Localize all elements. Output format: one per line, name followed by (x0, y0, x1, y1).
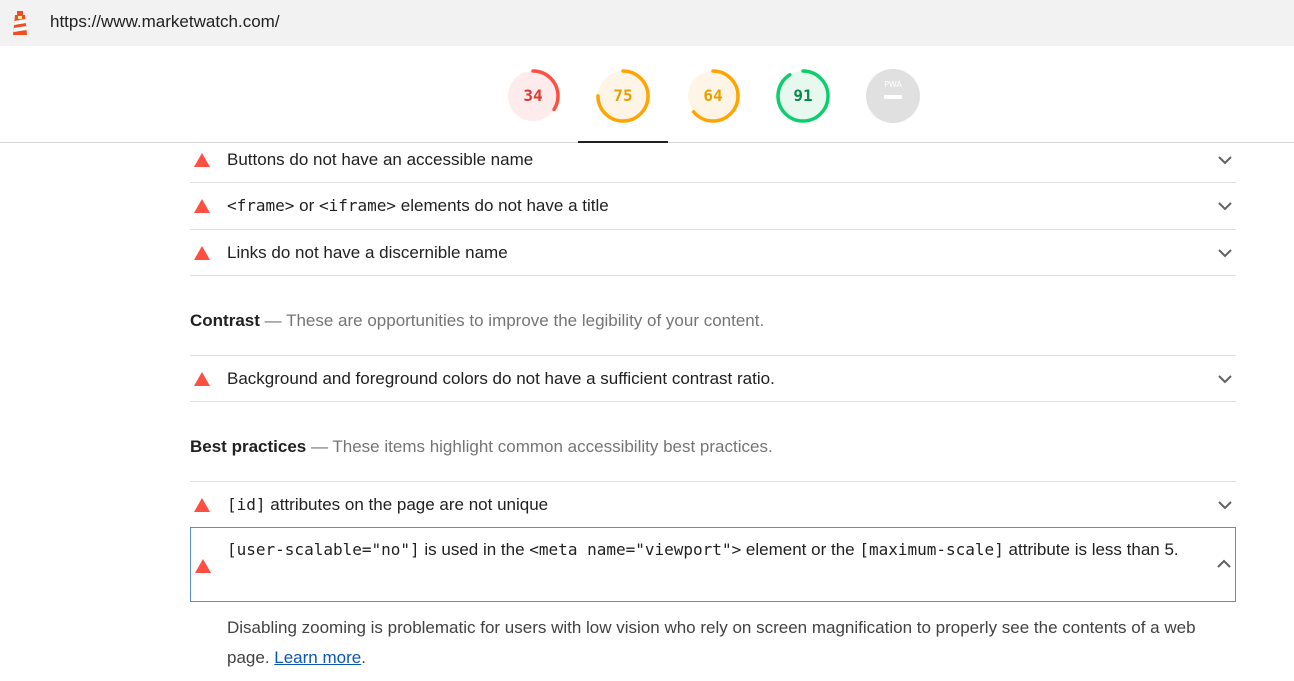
fail-triangle-icon (194, 153, 210, 167)
fail-triangle-icon (195, 559, 211, 573)
group-description: These are opportunities to improve the l… (286, 311, 765, 330)
chevron-down-icon[interactable] (1218, 201, 1232, 211)
code-meta-viewport: <meta name="viewport"> (529, 540, 742, 559)
seo-gauge[interactable]: 91 (775, 68, 831, 124)
audit-title: Links do not have a discernible name (227, 243, 508, 262)
audit-title: Background and foreground colors do not … (227, 369, 775, 388)
audit-title: <frame> or <iframe> elements do not have… (227, 196, 609, 215)
audit-description: Disabling zooming is problematic for use… (227, 618, 1196, 667)
performance-score: 34 (523, 86, 543, 105)
code-user-scalable: [user-scalable="no"] (227, 540, 420, 559)
best-practices-score: 64 (703, 86, 723, 105)
accessibility-gauge[interactable]: 75 (595, 68, 651, 124)
chevron-down-icon[interactable] (1218, 248, 1232, 258)
audit-color-contrast[interactable]: Background and foreground colors do not … (190, 355, 1236, 402)
chevron-down-icon[interactable] (1218, 155, 1232, 165)
audit-title: [id] attributes on the page are not uniq… (227, 495, 549, 514)
code-id: [id] (227, 495, 266, 514)
audit-meta-viewport[interactable]: [user-scalable="no"] is used in the <met… (190, 527, 1236, 602)
fail-triangle-icon (194, 498, 210, 512)
audit-button-name[interactable]: Buttons do not have an accessible name (190, 143, 1236, 183)
chevron-down-icon[interactable] (1218, 374, 1232, 384)
url-text[interactable]: https://www.marketwatch.com/ (50, 12, 280, 32)
best-practices-group-header: Best practices — These items highlight c… (190, 437, 773, 456)
learn-more-link[interactable]: Learn more (274, 648, 361, 667)
contrast-group-header: Contrast — These are opportunities to im… (190, 311, 765, 330)
fail-triangle-icon (194, 372, 210, 386)
audit-title: Buttons do not have an accessible name (227, 150, 534, 169)
lighthouse-icon (13, 11, 27, 35)
audit-title: [user-scalable="no"] is used in the <met… (227, 540, 1179, 559)
fail-triangle-icon (194, 246, 210, 260)
code-maximum-scale: [maximum-scale] (859, 540, 1004, 559)
pwa-badge-icon: PWA (866, 69, 920, 123)
pwa-gauge[interactable]: PWA (865, 68, 921, 124)
group-description: These items highlight common accessibili… (332, 437, 773, 456)
performance-gauge[interactable]: 34 (505, 68, 561, 124)
audit-frame-title[interactable]: <frame> or <iframe> elements do not have… (190, 183, 1236, 230)
best-practices-gauge[interactable]: 64 (685, 68, 741, 124)
chevron-down-icon[interactable] (1218, 500, 1232, 510)
audit-link-name[interactable]: Links do not have a discernible name (190, 230, 1236, 276)
pwa-label: PWA (884, 80, 902, 89)
seo-score: 91 (793, 86, 813, 105)
chevron-up-icon[interactable] (1217, 559, 1231, 569)
fail-triangle-icon (194, 199, 210, 213)
address-bar[interactable]: https://www.marketwatch.com/ (0, 0, 1294, 46)
accessibility-score: 75 (613, 86, 633, 105)
group-title: Best practices (190, 437, 307, 456)
code-iframe: <iframe> (319, 196, 397, 215)
group-title: Contrast (190, 311, 260, 330)
category-gauges: 34 75 64 91 PWA (0, 46, 1294, 143)
audit-duplicate-id[interactable]: [id] attributes on the page are not uniq… (190, 481, 1236, 527)
code-frame: <frame> (227, 196, 295, 215)
